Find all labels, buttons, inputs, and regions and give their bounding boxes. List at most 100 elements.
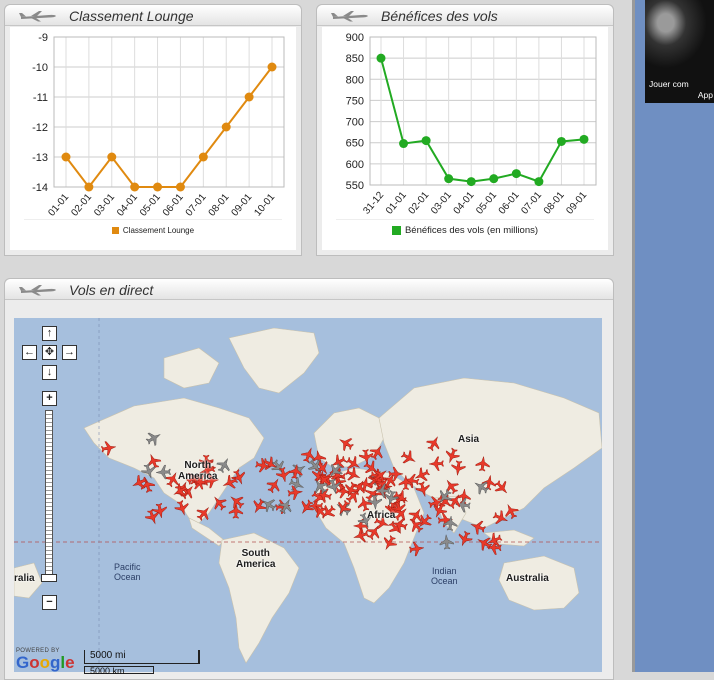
- y-tick-label: -9: [38, 32, 48, 44]
- y-tick-label: 850: [346, 53, 364, 65]
- data-point: [221, 122, 231, 132]
- map-label-asia: Asia: [458, 434, 480, 445]
- grey-plane-icon[interactable]: [289, 460, 308, 479]
- y-tick-label: -13: [32, 152, 48, 164]
- y-tick-label: 700: [346, 117, 364, 129]
- map-label-australia-wrap: ralia: [14, 573, 35, 584]
- legend-swatch: [391, 225, 401, 235]
- data-point: [511, 169, 521, 179]
- zoom-out-button[interactable]: −: [42, 595, 57, 610]
- x-tick-label: 01-01: [384, 190, 409, 217]
- promo-image: [645, 0, 714, 76]
- panel-title: Classement Lounge: [69, 8, 194, 24]
- x-tick-label: 31-12: [361, 190, 386, 217]
- data-point: [130, 182, 140, 192]
- series-line: [380, 57, 585, 183]
- legend-label: Bénéfices des vols (en millions): [404, 224, 539, 236]
- map-label-australia: Australia: [506, 573, 549, 584]
- pan-center-button[interactable]: ✥: [42, 345, 57, 360]
- google-wordmark: Google: [16, 653, 75, 672]
- data-point: [534, 177, 544, 187]
- world-map[interactable]: Asia North America Africa South America …: [14, 318, 602, 672]
- flight-plane-icon[interactable]: [264, 476, 283, 496]
- x-tick-label: 05-01: [138, 192, 163, 219]
- y-tick-label: 800: [346, 74, 364, 86]
- airplane-icon: [19, 285, 56, 296]
- map-label-indian: Indian Ocean: [431, 566, 458, 586]
- x-tick-label: 05-01: [474, 190, 499, 217]
- pan-down-button[interactable]: ↓: [42, 365, 57, 380]
- lounge-panel: Classement Lounge -9 -10 -11 -12 -13 -14 01-01…: [4, 4, 302, 256]
- data-point: [421, 136, 431, 146]
- map-label-africa: Africa: [367, 510, 396, 521]
- y-tick-label: 550: [346, 180, 364, 192]
- data-point: [61, 152, 71, 162]
- flight-plane-icon[interactable]: [456, 530, 474, 548]
- data-point: [489, 174, 499, 184]
- x-tick-label: 04-01: [115, 192, 140, 219]
- data-point: [84, 182, 94, 192]
- data-point: [198, 152, 208, 162]
- greenland-landmass: [228, 327, 320, 394]
- x-tick-label: 10-01: [252, 192, 277, 219]
- pan-up-button[interactable]: ↑: [42, 326, 57, 341]
- promo-text: Jouer com App: [649, 79, 714, 101]
- benefits-panel-header: Bénéfices des vols: [317, 5, 613, 26]
- x-tick-label: 04-01: [452, 190, 477, 217]
- y-tick-label: 600: [346, 159, 364, 171]
- x-tick-label: 06-01: [161, 192, 186, 219]
- zoom-slider-thumb[interactable]: [41, 574, 57, 582]
- map-scale-miles: 5000 mi: [84, 650, 200, 664]
- promo-banner[interactable]: Jouer com App: [645, 0, 714, 103]
- data-point: [466, 177, 476, 187]
- lounge-line-chart: -9 -10 -11 -12 -13 -1401-0102-0103-0104-0105-…: [32, 32, 285, 219]
- y-tick-label: -14: [32, 182, 48, 194]
- x-tick-label: 07-01: [184, 192, 209, 219]
- data-point: [267, 62, 277, 72]
- data-point: [444, 174, 454, 184]
- data-point: [399, 139, 409, 149]
- benefits-line-chart: 90085080075070065060055031-1201-0102-010…: [346, 32, 597, 217]
- airplane-icon: [19, 11, 56, 22]
- pan-right-button[interactable]: →: [62, 345, 77, 360]
- panel-title: Vols en direct: [69, 282, 154, 298]
- flight-plane-icon[interactable]: [249, 497, 268, 516]
- benefits-panel: Bénéfices des vols 900 850 800 750 700 650 600…: [316, 4, 614, 256]
- x-tick-label: 02-01: [69, 192, 94, 219]
- lounge-panel-header: Classement Lounge: [5, 5, 301, 26]
- map-canvas[interactable]: [14, 318, 602, 672]
- x-tick-label: 09-01: [564, 190, 589, 217]
- promo-line-2: App: [697, 90, 713, 100]
- x-tick-label: 03-01: [92, 192, 117, 219]
- y-tick-label: 650: [346, 138, 364, 150]
- legend-label: Classement Lounge: [122, 225, 195, 235]
- data-point: [244, 92, 254, 102]
- benefits-chart-area: 900 850 800 750 700 650 600 550 31-12 01-01 02-01 0…: [322, 27, 608, 250]
- zoom-in-button[interactable]: +: [42, 391, 57, 406]
- y-tick-label: -12: [32, 122, 48, 134]
- y-tick-label: 750: [346, 95, 364, 107]
- y-tick-label: -11: [33, 92, 48, 104]
- flight-plane-icon[interactable]: [300, 446, 318, 464]
- x-tick-label: 01-01: [46, 192, 71, 219]
- map-label-pacific: Pacific Ocean: [114, 562, 141, 582]
- north-america-landmass: [83, 397, 265, 524]
- y-tick-label: 900: [346, 32, 364, 44]
- x-tick-label: 02-01: [407, 190, 432, 217]
- x-tick-label: 07-01: [519, 190, 544, 217]
- pan-left-button[interactable]: ←: [22, 345, 37, 360]
- chart-legend: Classement Lounge: [24, 219, 282, 240]
- chart-legend: Bénéfices des vols (en millions): [336, 219, 594, 240]
- map-label-south-america: South America: [236, 548, 276, 570]
- arctic-islands: [163, 347, 220, 389]
- x-tick-label: 08-01: [207, 192, 232, 219]
- legend-swatch: [111, 226, 119, 234]
- x-tick-label: 06-01: [497, 190, 522, 217]
- map-scale-km: 5000 km: [84, 666, 154, 676]
- x-tick-label: 03-01: [429, 190, 454, 217]
- y-tick-label: -10: [32, 62, 48, 74]
- google-logo[interactable]: POWERED BY Google: [16, 648, 75, 671]
- indonesia-landmass: [483, 529, 535, 547]
- zoom-slider-track[interactable]: [45, 410, 53, 575]
- data-point: [579, 134, 589, 144]
